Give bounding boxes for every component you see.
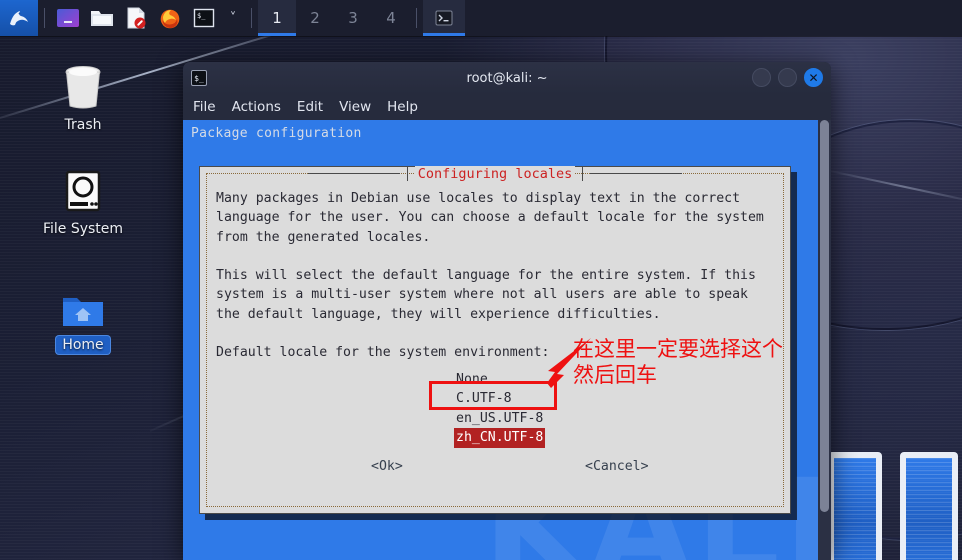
chevron-down-icon[interactable]: ˅ (221, 0, 245, 36)
cancel-button[interactable]: <Cancel> (585, 459, 649, 474)
taskbar-separator-1 (44, 8, 45, 28)
desktop-icon-label: Trash (64, 117, 102, 133)
package-configuration-header: Package configuration (191, 126, 362, 141)
window-title: root@kali: ~ (466, 70, 548, 86)
home-folder-icon (28, 278, 138, 330)
taskbar[interactable]: $_ ˅ 1 2 3 4 (0, 0, 962, 36)
locale-option-en-us-utf8[interactable]: en_US.UTF-8 (456, 409, 545, 428)
app-finder-icon[interactable] (51, 0, 85, 36)
file-system-icon (28, 162, 138, 214)
maximize-button[interactable] (778, 68, 797, 87)
desktop-icon-file-system[interactable]: File System (28, 162, 138, 238)
configuring-locales-dialog[interactable]: Configuring locales Many packages in Deb… (199, 165, 791, 514)
dialog-paragraph-3: Default locale for the system environmen… (216, 345, 550, 360)
screen: Trash File System Home $_ root@kali: ~ ✕… (0, 0, 962, 560)
workspace-1[interactable]: 1 (258, 0, 296, 36)
terminal-menubar[interactable]: File Actions Edit View Help (183, 94, 831, 120)
firefox-icon[interactable] (153, 0, 187, 36)
locale-option-zh-cn-utf8[interactable]: zh_CN.UTF-8 (454, 428, 546, 448)
svg-text:$_: $_ (197, 12, 206, 20)
close-button[interactable]: ✕ (804, 68, 823, 87)
taskbar-window-button-terminal[interactable] (423, 0, 465, 36)
taskbar-separator-3 (416, 8, 417, 28)
desktop-icon-label: Home (56, 336, 110, 354)
scrollbar-thumb[interactable] (820, 120, 829, 512)
minimize-button[interactable] (752, 68, 771, 87)
terminal-titlebar[interactable]: $_ root@kali: ~ ✕ (183, 62, 831, 94)
kali-dragon-icon[interactable] (0, 0, 38, 36)
workspace-2[interactable]: 2 (296, 0, 334, 36)
menu-item-actions[interactable]: Actions (232, 99, 281, 115)
workspace-4[interactable]: 4 (372, 0, 410, 36)
terminal-content[interactable]: KALI Package configuration Configuring l… (183, 120, 831, 560)
locale-list[interactable]: None C.UTF-8 en_US.UTF-8 zh_CN.UTF-8 (454, 370, 546, 448)
text-editor-icon[interactable] (119, 0, 153, 36)
dialog-paragraph-1: Many packages in Debian use locales to d… (216, 191, 764, 245)
desktop-icon-trash[interactable]: Trash (28, 58, 138, 134)
trash-icon (28, 58, 138, 110)
menu-item-file[interactable]: File (193, 99, 216, 115)
terminal-icon[interactable]: $_ (187, 0, 221, 36)
taskbar-separator-2 (251, 8, 252, 28)
desktop-icon-label: File System (42, 221, 124, 237)
desktop-icon-home[interactable]: Home (28, 278, 138, 354)
menu-item-edit[interactable]: Edit (297, 99, 323, 115)
locale-option-none[interactable]: None (456, 370, 545, 389)
menu-item-view[interactable]: View (339, 99, 371, 115)
terminal-window[interactable]: $_ root@kali: ~ ✕ File Actions Edit View… (183, 62, 831, 560)
file-manager-icon[interactable] (85, 0, 119, 36)
locale-option-c-utf8[interactable]: C.UTF-8 (456, 389, 545, 408)
menu-item-help[interactable]: Help (387, 99, 418, 115)
window-controls: ✕ (752, 68, 823, 87)
dialog-paragraph-2: This will select the default language fo… (216, 268, 756, 322)
terminal-scrollbar[interactable] (818, 120, 831, 560)
terminal-icon: $_ (191, 70, 207, 86)
workspace-3[interactable]: 3 (334, 0, 372, 36)
ok-button[interactable]: <Ok> (371, 459, 403, 474)
